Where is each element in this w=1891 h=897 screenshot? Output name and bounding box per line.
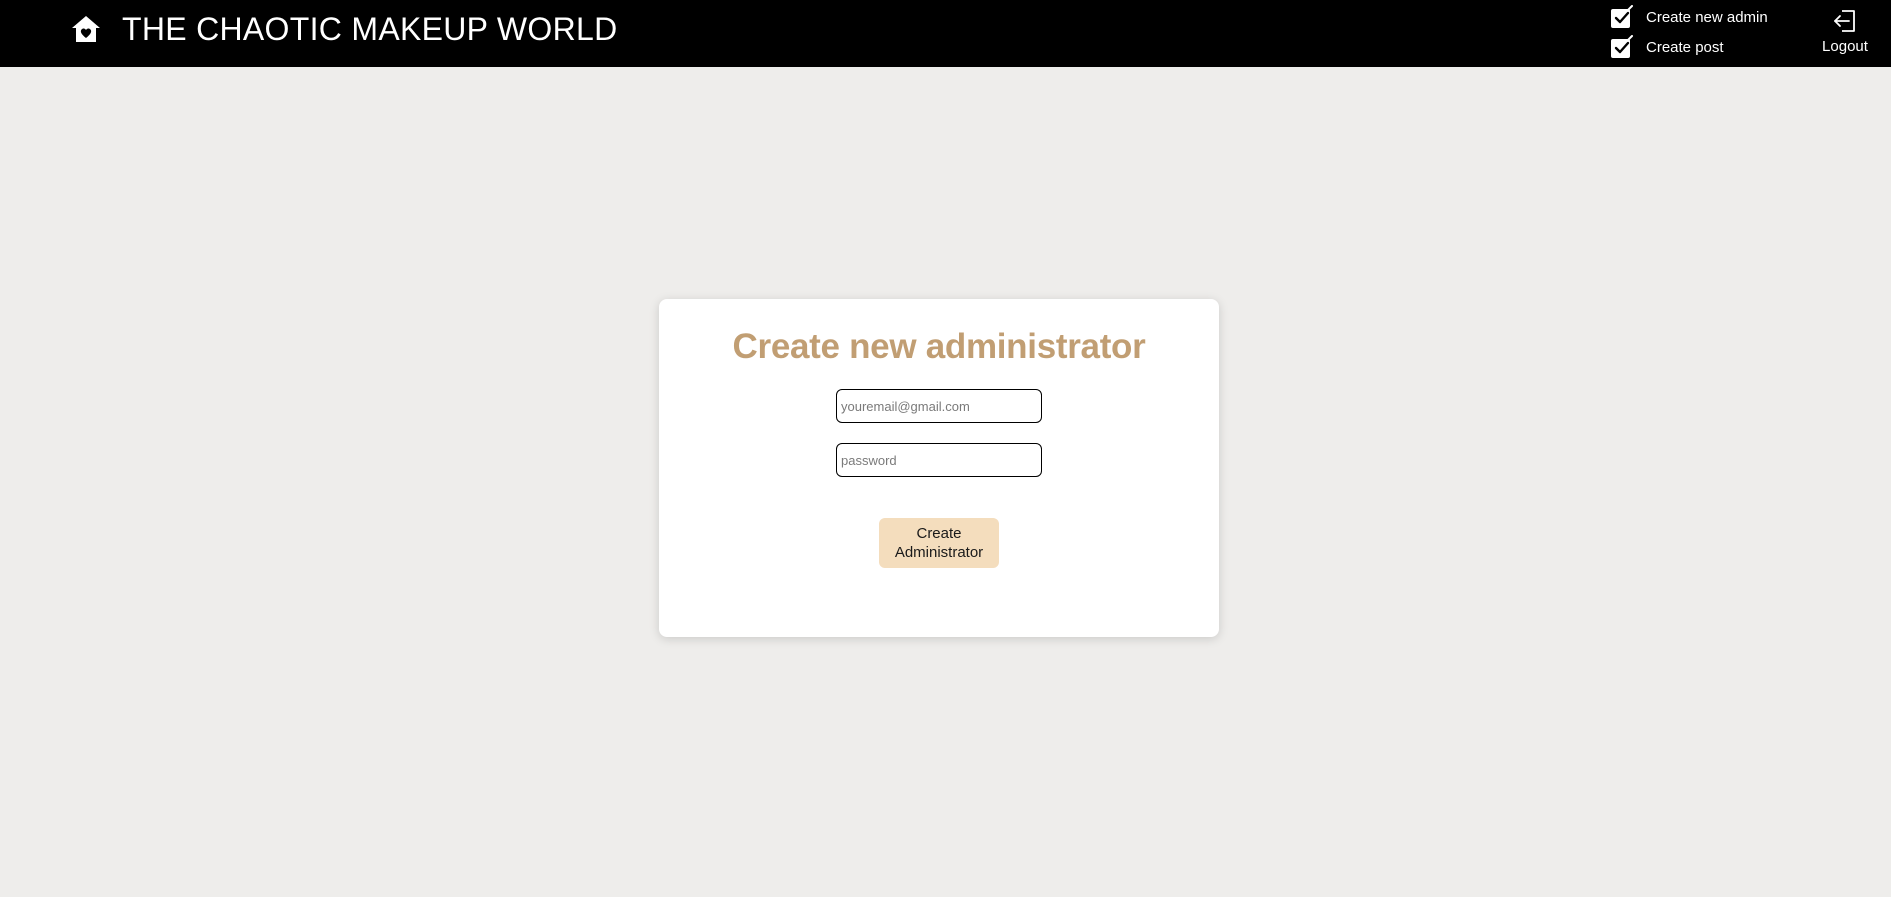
nav-create-new-admin[interactable]: Create new admin [1610,3,1810,31]
create-administrator-button[interactable]: Create Administrator [879,518,999,568]
home-link[interactable]: THE CHAOTIC MAKEUP WORLD [70,10,618,48]
create-admin-card: Create new administrator Create Administ… [659,299,1219,637]
logout-icon [1834,10,1855,32]
email-field[interactable] [836,389,1042,423]
nav-create-new-admin-label: Create new admin [1646,8,1768,26]
home-heart-icon [72,16,100,42]
top-navbar: THE CHAOTIC MAKEUP WORLD Create new admi… [0,0,1891,67]
nav-create-post-label: Create post [1646,38,1724,56]
logout-button[interactable]: Logout [1815,8,1875,55]
admin-nav: Create new admin Create post [1610,3,1810,63]
page-title: Create new administrator [732,327,1146,366]
site-title: THE CHAOTIC MAKEUP WORLD [122,10,618,47]
logout-label: Logout [1822,38,1868,55]
edit-icon [1611,5,1633,28]
edit-icon [1611,35,1633,58]
password-field[interactable] [836,443,1042,477]
nav-create-post[interactable]: Create post [1610,33,1810,61]
